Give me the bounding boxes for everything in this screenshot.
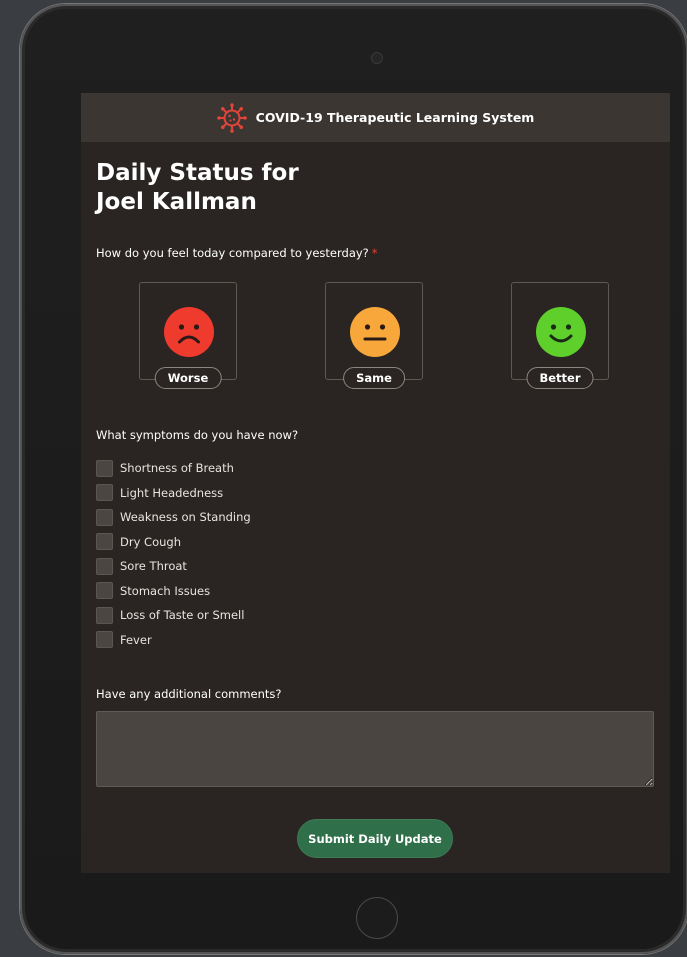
symptom-weakness-on-standing[interactable]: Weakness on Standing bbox=[96, 505, 251, 530]
symptom-shortness-of-breath[interactable]: Shortness of Breath bbox=[96, 456, 251, 481]
home-button[interactable] bbox=[356, 897, 398, 939]
symptom-label: Dry Cough bbox=[120, 534, 181, 549]
checkbox[interactable] bbox=[96, 533, 113, 551]
symptom-label: Shortness of Breath bbox=[120, 461, 234, 476]
mood-label-same: Same bbox=[343, 367, 405, 389]
comments-textarea[interactable] bbox=[96, 711, 654, 787]
symptom-label: Loss of Taste or Smell bbox=[120, 608, 245, 623]
symptom-checklist: Shortness of Breath Light Headedness Wea… bbox=[96, 456, 251, 652]
page-title-line1: Daily Status for bbox=[96, 160, 299, 186]
checkbox[interactable] bbox=[96, 606, 113, 624]
frowning-face-icon bbox=[164, 307, 214, 357]
comments-question-label: Have any additional comments? bbox=[96, 687, 282, 701]
mood-label-better: Better bbox=[526, 367, 594, 389]
virus-icon bbox=[216, 102, 247, 133]
symptom-label: Weakness on Standing bbox=[120, 510, 251, 525]
mood-label-worse: Worse bbox=[154, 367, 222, 389]
symptom-label: Light Headedness bbox=[120, 485, 224, 500]
smiling-face-icon bbox=[536, 307, 586, 357]
checkbox[interactable] bbox=[96, 459, 113, 477]
symptom-fever[interactable]: Fever bbox=[96, 628, 251, 653]
checkbox[interactable] bbox=[96, 557, 113, 575]
symptom-label: Fever bbox=[120, 632, 152, 647]
app-title: COVID-19 Therapeutic Learning System bbox=[255, 110, 535, 125]
symptom-dry-cough[interactable]: Dry Cough bbox=[96, 530, 251, 555]
mood-question-text: How do you feel today compared to yester… bbox=[96, 246, 369, 260]
required-marker: * bbox=[371, 246, 378, 260]
checkbox[interactable] bbox=[96, 484, 113, 502]
page-title: Daily Status for Joel Kallman bbox=[96, 159, 299, 217]
tablet-frame: COVID-19 Therapeutic Learning System Dai… bbox=[20, 4, 687, 954]
submit-daily-update-button[interactable]: Submit Daily Update bbox=[297, 819, 453, 858]
app-screen: COVID-19 Therapeutic Learning System Dai… bbox=[81, 93, 670, 873]
mood-option-worse[interactable]: Worse bbox=[139, 282, 237, 389]
app-header: COVID-19 Therapeutic Learning System bbox=[81, 93, 670, 142]
symptom-light-headedness[interactable]: Light Headedness bbox=[96, 481, 251, 506]
checkbox[interactable] bbox=[96, 508, 113, 526]
symptom-label: Stomach Issues bbox=[120, 583, 211, 598]
checkbox[interactable] bbox=[96, 582, 113, 600]
symptom-label: Sore Throat bbox=[120, 559, 187, 574]
symptom-loss-of-taste-or-smell[interactable]: Loss of Taste or Smell bbox=[96, 603, 251, 628]
symptom-sore-throat[interactable]: Sore Throat bbox=[96, 554, 251, 579]
mood-question-label: How do you feel today compared to yester… bbox=[96, 246, 378, 260]
symptoms-question-label: What symptoms do you have now? bbox=[96, 428, 299, 442]
mood-option-same[interactable]: Same bbox=[325, 282, 423, 389]
camera bbox=[371, 52, 383, 64]
symptom-stomach-issues[interactable]: Stomach Issues bbox=[96, 579, 251, 604]
mood-option-better[interactable]: Better bbox=[511, 282, 609, 389]
neutral-face-icon bbox=[350, 307, 400, 357]
checkbox[interactable] bbox=[96, 631, 113, 649]
patient-name: Joel Kallman bbox=[96, 189, 257, 215]
